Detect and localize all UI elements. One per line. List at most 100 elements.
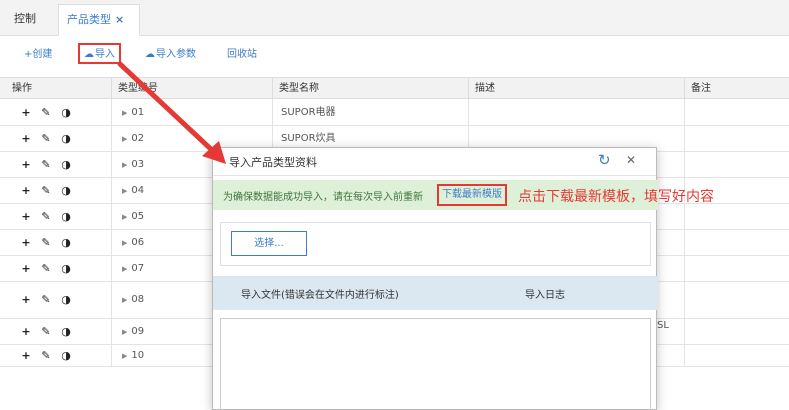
recycle-bin-button[interactable]: 回收站	[227, 46, 257, 63]
recycle-bin-label: 回收站	[227, 49, 257, 60]
column-divider	[272, 100, 273, 125]
edit-pencil-icon[interactable]: ✎	[36, 126, 56, 151]
edit-pencil-icon[interactable]: ✎	[36, 319, 56, 344]
col-header-code[interactable]: 类型编号	[111, 78, 272, 100]
row-code-value: 07	[131, 263, 145, 274]
background-cell-fragment: SL	[657, 320, 669, 331]
column-divider	[111, 282, 112, 318]
expand-triangle-icon[interactable]: ▶	[122, 213, 127, 221]
column-divider	[111, 178, 112, 203]
row-actions: + ✎ ◑	[16, 126, 76, 151]
col-header-remark[interactable]: 备注	[684, 78, 789, 100]
expand-triangle-icon[interactable]: ▶	[122, 328, 127, 336]
col-header-description[interactable]: 描述	[468, 78, 684, 100]
col-header-import-file: 导入文件(错误会在文件内进行标注)	[241, 290, 399, 301]
add-icon[interactable]: +	[16, 126, 36, 151]
choose-file-button[interactable]: 选择...	[231, 231, 307, 256]
grid-header: 操作 类型编号 类型名称 描述 备注	[0, 77, 789, 100]
instruction-annotation: 点击下载最新模板，填写好内容	[518, 189, 714, 205]
toggle-status-icon[interactable]: ◑	[56, 282, 76, 318]
toolbar: +创建 ☁导入 ☁导入参数 回收站	[0, 37, 789, 71]
row-code: ▶ 04	[122, 178, 144, 204]
col-header-actions: 操作	[12, 83, 32, 94]
col-header-name[interactable]: 类型名称	[272, 78, 468, 100]
toggle-status-icon[interactable]: ◑	[56, 204, 76, 229]
edit-pencil-icon[interactable]: ✎	[36, 230, 56, 255]
create-button-label: +创建	[24, 49, 53, 60]
edit-pencil-icon[interactable]: ✎	[36, 345, 56, 366]
column-divider	[111, 152, 112, 177]
row-actions: + ✎ ◑	[16, 204, 76, 229]
edit-pencil-icon[interactable]: ✎	[36, 256, 56, 281]
column-divider	[111, 204, 112, 229]
create-button[interactable]: +创建	[24, 46, 52, 63]
row-code: ▶ 07	[122, 256, 144, 282]
table-row[interactable]: + ✎ ◑ ▶ 01 SUPOR电器	[0, 100, 789, 126]
expand-triangle-icon[interactable]: ▶	[122, 135, 127, 143]
import-log-area[interactable]	[220, 318, 651, 410]
download-template-link[interactable]: 下载最新模版	[437, 184, 507, 206]
close-icon[interactable]: ✕	[626, 153, 636, 167]
file-picker-panel: 选择...	[220, 222, 651, 266]
row-code: ▶ 06	[122, 230, 144, 256]
import-params-button[interactable]: ☁导入参数	[145, 46, 196, 63]
tab-console[interactable]: 控制台	[6, 4, 54, 55]
row-code-value: 04	[131, 185, 145, 196]
column-divider	[684, 126, 685, 151]
expand-triangle-icon[interactable]: ▶	[122, 187, 127, 195]
row-actions: + ✎ ◑	[16, 230, 76, 255]
toggle-status-icon[interactable]: ◑	[56, 345, 76, 366]
add-icon[interactable]: +	[16, 282, 36, 318]
row-code-value: 05	[131, 211, 145, 222]
add-icon[interactable]: +	[16, 152, 36, 177]
expand-triangle-icon[interactable]: ▶	[122, 109, 127, 117]
add-icon[interactable]: +	[16, 256, 36, 281]
column-divider	[684, 345, 685, 366]
expand-triangle-icon[interactable]: ▶	[122, 352, 127, 360]
column-divider	[468, 100, 469, 125]
toggle-status-icon[interactable]: ◑	[56, 319, 76, 344]
toggle-status-icon[interactable]: ◑	[56, 126, 76, 151]
row-code-value: 06	[131, 237, 145, 248]
import-button[interactable]: ☁导入	[78, 43, 121, 64]
column-divider	[111, 230, 112, 255]
column-divider	[684, 282, 685, 318]
edit-pencil-icon[interactable]: ✎	[36, 178, 56, 203]
row-code-value: 03	[131, 159, 145, 170]
row-code-value: 09	[131, 326, 145, 337]
toggle-status-icon[interactable]: ◑	[56, 256, 76, 281]
toggle-status-icon[interactable]: ◑	[56, 230, 76, 255]
column-divider	[684, 152, 685, 177]
column-divider	[684, 319, 685, 344]
edit-pencil-icon[interactable]: ✎	[36, 204, 56, 229]
edit-pencil-icon[interactable]: ✎	[36, 152, 56, 177]
column-divider	[684, 100, 685, 125]
cloud-upload-icon: ☁	[84, 49, 94, 60]
add-icon[interactable]: +	[16, 345, 36, 366]
expand-triangle-icon[interactable]: ▶	[122, 239, 127, 247]
add-icon[interactable]: +	[16, 230, 36, 255]
column-divider	[111, 345, 112, 366]
refresh-icon[interactable]: ↻	[598, 151, 611, 169]
row-code-value: 02	[131, 133, 145, 144]
row-actions: + ✎ ◑	[16, 345, 76, 366]
row-code: ▶ 05	[122, 204, 144, 230]
toggle-status-icon[interactable]: ◑	[56, 100, 76, 125]
tab-product-type[interactable]: 产品类型 ×	[58, 4, 140, 36]
row-code: ▶ 01	[122, 100, 144, 126]
toggle-status-icon[interactable]: ◑	[56, 152, 76, 177]
edit-pencil-icon[interactable]: ✎	[36, 282, 56, 318]
toggle-status-icon[interactable]: ◑	[56, 178, 76, 203]
expand-triangle-icon[interactable]: ▶	[122, 161, 127, 169]
add-icon[interactable]: +	[16, 100, 36, 125]
add-icon[interactable]: +	[16, 204, 36, 229]
row-actions: + ✎ ◑	[16, 152, 76, 177]
edit-pencil-icon[interactable]: ✎	[36, 100, 56, 125]
tab-close-icon[interactable]: ×	[115, 13, 124, 26]
add-icon[interactable]: +	[16, 319, 36, 344]
row-code: ▶ 09	[122, 319, 144, 345]
expand-triangle-icon[interactable]: ▶	[122, 265, 127, 273]
add-icon[interactable]: +	[16, 178, 36, 203]
import-table-header: 导入文件(错误会在文件内进行标注) 导入日志	[213, 276, 658, 310]
expand-triangle-icon[interactable]: ▶	[122, 296, 127, 304]
